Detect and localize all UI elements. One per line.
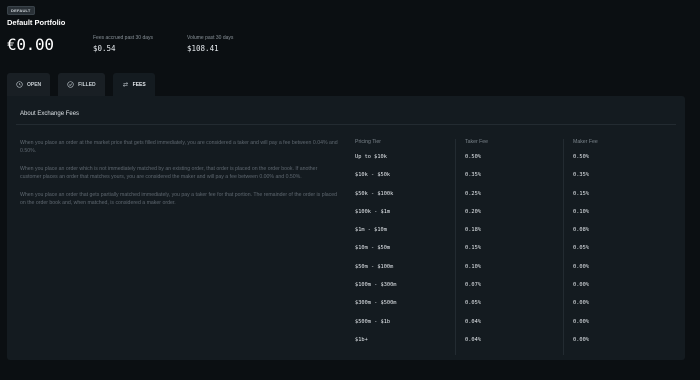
maker-fee-cell: 0.00% (563, 263, 685, 283)
maker-fee-cell: 0.00% (563, 282, 685, 301)
taker-fee-cell: 0.25% (455, 190, 563, 209)
partial-match-paragraph: When you place an order that gets partia… (20, 191, 337, 207)
portfolio-balance: €0.00 (7, 35, 54, 54)
volume-stat: Volume past 30 days $108.41 (187, 35, 233, 53)
portfolio-name: Default Portfolio (7, 18, 66, 27)
volume-value: $108.41 (187, 44, 219, 53)
fees-stat: Fees accrued past 30 days $0.54 (93, 35, 153, 53)
maker-fee-cell: 0.10% (563, 208, 685, 228)
maker-fee-cell: 0.05% (563, 245, 685, 264)
tier-cell: $1b+ (355, 336, 368, 343)
table-row: $1m - $10m 0.18% 0.08% (347, 227, 685, 246)
tier-cell: $50k - $100k (355, 190, 394, 197)
taker-fee-cell: 0.04% (455, 318, 563, 337)
panel-divider (16, 124, 676, 125)
panel-title: About Exchange Fees (20, 111, 80, 117)
tab-fees[interactable]: FEES (112, 73, 155, 96)
maker-fee-cell: 0.50% (563, 154, 685, 173)
taker-fee-cell: 0.35% (455, 172, 563, 191)
portfolio-badge: DEFAULT (7, 6, 35, 15)
tier-cell: $300m - $500m (355, 300, 397, 307)
taker-paragraph: When you place an order at the market pr… (20, 140, 338, 155)
fees-description: When you place an order at the market pr… (20, 139, 338, 217)
tier-cell: $50m - $100m (355, 263, 394, 270)
fees-label: Fees accrued past 30 days (93, 35, 154, 41)
taker-fee-cell: 0.50% (455, 154, 563, 173)
taker-fee-cell: 0.04% (455, 336, 563, 356)
tier-cell: $1m - $10m (355, 227, 387, 234)
fees-panel: About Exchange Fees When you place an or… (7, 96, 685, 360)
tab-open-label: OPEN (27, 81, 42, 88)
taker-fee-cell: 0.07% (455, 282, 563, 301)
tier-cell: $10m - $50m (355, 245, 391, 252)
check-circle-icon (67, 81, 74, 88)
tab-filled[interactable]: FILLED (58, 73, 105, 96)
swap-arrows-icon (122, 81, 129, 88)
tab-open[interactable]: OPEN (7, 73, 51, 96)
maker-fee-cell: 0.15% (563, 190, 685, 209)
table-row: $50m - $100m 0.10% 0.00% (347, 263, 685, 283)
maker-fee-cell: 0.00% (563, 336, 685, 356)
clock-icon (16, 81, 23, 88)
volume-label: Volume past 30 days (187, 35, 234, 41)
tier-cell: $100m - $300m (355, 282, 397, 289)
table-row: $100m - $300m 0.07% 0.00% (347, 282, 685, 301)
taker-fee-cell: 0.15% (455, 245, 563, 264)
table-row: Up to $10k 0.50% 0.50% (347, 154, 685, 173)
maker-fee-cell: 0.00% (563, 300, 685, 319)
maker-paragraph: When you place an order which is not imm… (20, 165, 318, 181)
taker-fee-cell: 0.10% (455, 263, 563, 283)
tier-cell: $10k - $50k (355, 172, 391, 179)
tab-filled-label: FILLED (78, 81, 96, 88)
fee-table: Pricing Tier Taker Fee Maker Fee Up to $… (347, 139, 685, 356)
table-row: $500m - $1b 0.04% 0.00% (347, 318, 685, 337)
order-tabs: OPEN FILLED FEES (7, 73, 163, 96)
header-maker-fee: Maker Fee (563, 139, 685, 154)
table-row: $50k - $100k 0.25% 0.15% (347, 190, 685, 209)
header-taker-fee: Taker Fee (455, 139, 563, 154)
maker-fee-cell: 0.00% (563, 318, 685, 337)
fee-table-header: Pricing Tier Taker Fee Maker Fee (347, 139, 685, 154)
table-row: $10m - $50m 0.15% 0.05% (347, 245, 685, 264)
table-row: $100k - $1m 0.20% 0.10% (347, 208, 685, 228)
tier-cell: $500m - $1b (355, 318, 391, 325)
fees-value: $0.54 (93, 44, 116, 53)
taker-fee-cell: 0.18% (455, 227, 563, 246)
table-row: $300m - $500m 0.05% 0.00% (347, 300, 685, 319)
tier-cell: $100k - $1m (355, 208, 391, 215)
maker-fee-cell: 0.35% (563, 172, 685, 191)
tier-cell: Up to $10k (355, 154, 387, 160)
table-row: $1b+ 0.04% 0.00% (347, 336, 685, 356)
maker-fee-cell: 0.08% (563, 227, 685, 246)
table-row: $10k - $50k 0.35% 0.35% (347, 172, 685, 191)
taker-fee-cell: 0.20% (455, 208, 563, 228)
tab-fees-label: FEES (132, 81, 146, 88)
taker-fee-cell: 0.05% (455, 300, 563, 319)
header-pricing-tier: Pricing Tier (355, 139, 381, 145)
